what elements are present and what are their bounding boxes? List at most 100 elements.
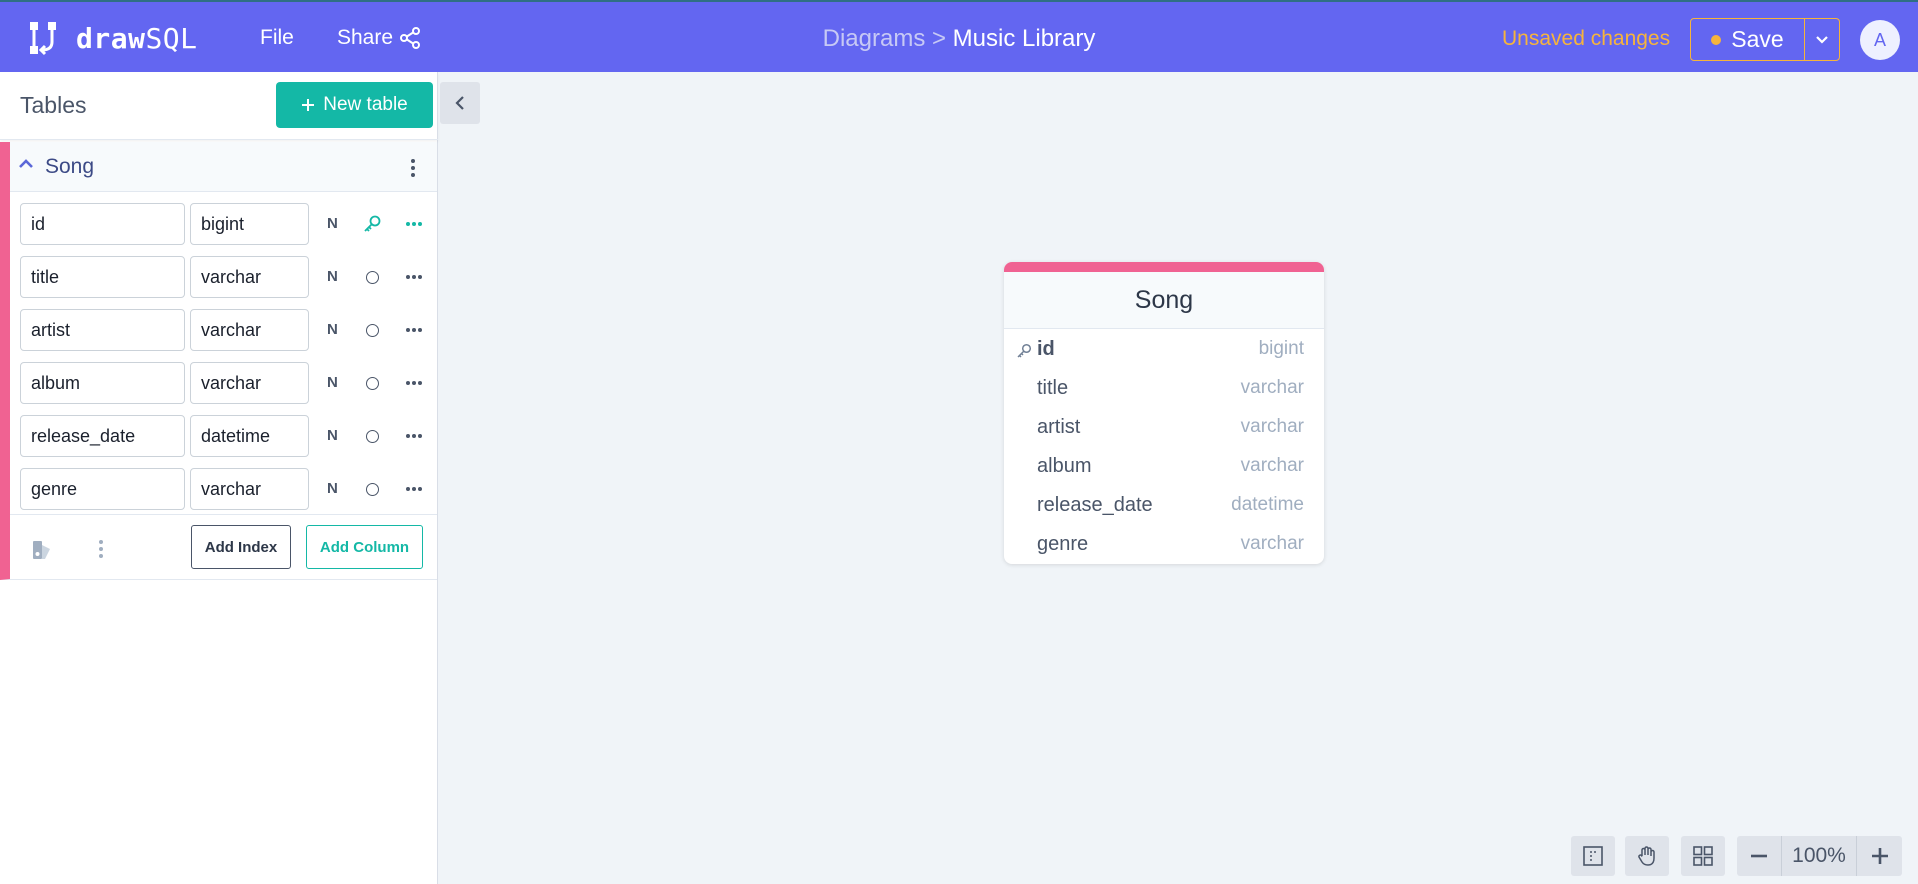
collapse-sidebar-button[interactable] — [440, 82, 480, 124]
table-footer-kebab-icon[interactable] — [96, 537, 106, 561]
top-bar: drawSQL File Share Diagrams > Music Libr… — [0, 0, 1918, 72]
minus-icon — [1751, 854, 1767, 858]
card-column-name: release_date — [1037, 494, 1153, 516]
user-avatar[interactable]: A — [1860, 20, 1900, 60]
zoom-out-button[interactable] — [1737, 836, 1781, 876]
save-button[interactable]: Save — [1690, 18, 1805, 61]
grid-toggle-button[interactable] — [1681, 836, 1725, 876]
card-column-type: varchar — [1240, 416, 1304, 437]
column-more-icon[interactable] — [403, 321, 425, 339]
canvas-table-card[interactable]: Song id bigint title varchar artist varc… — [1004, 262, 1324, 564]
card-column-type: varchar — [1240, 377, 1304, 398]
save-dropdown-button[interactable] — [1805, 18, 1840, 61]
column-type-input[interactable]: varchar — [190, 256, 309, 298]
zoom-level[interactable]: 100% — [1781, 836, 1857, 876]
nullable-toggle[interactable]: N — [327, 427, 338, 444]
column-more-icon[interactable] — [403, 427, 425, 445]
column-name-input[interactable]: title — [20, 256, 185, 298]
drawsql-logo-icon — [30, 22, 56, 56]
nullable-toggle[interactable]: N — [327, 215, 338, 232]
key-toggle-circle-icon[interactable] — [366, 377, 379, 390]
card-column-type: bigint — [1258, 338, 1304, 359]
column-type-input[interactable]: varchar — [190, 362, 309, 404]
add-column-button[interactable]: Add Column — [306, 525, 423, 569]
share-icon — [400, 27, 421, 49]
nullable-toggle[interactable]: N — [327, 374, 338, 391]
select-area-tool-button[interactable] — [1571, 836, 1615, 876]
card-column-name: artist — [1037, 416, 1081, 438]
column-row: album varchar N — [10, 362, 437, 406]
select-area-icon — [1583, 846, 1603, 866]
share-label: Share — [337, 26, 394, 49]
share-menu[interactable]: Share — [337, 26, 421, 50]
card-column-row: album varchar — [1004, 447, 1324, 486]
zoom-in-button[interactable] — [1857, 836, 1902, 876]
key-toggle-circle-icon[interactable] — [366, 271, 379, 284]
column-more-icon[interactable] — [403, 374, 425, 392]
column-name-input[interactable]: artist — [20, 309, 185, 351]
plus-icon — [1871, 848, 1888, 864]
column-type-input[interactable]: bigint — [190, 203, 309, 245]
diagram-title[interactable]: Music Library — [953, 25, 1096, 52]
card-column-row: release_date datetime — [1004, 486, 1324, 525]
save-label: Save — [1731, 26, 1784, 52]
column-more-icon[interactable] — [403, 215, 425, 233]
column-row: artist varchar N — [10, 309, 437, 353]
grid-icon — [1693, 846, 1713, 866]
unsaved-changes-status: Unsaved changes — [1502, 27, 1671, 50]
breadcrumb-diagrams[interactable]: Diagrams > — [823, 25, 946, 52]
nullable-toggle[interactable]: N — [327, 480, 338, 497]
key-toggle-circle-icon[interactable] — [366, 483, 379, 496]
nullable-toggle[interactable]: N — [327, 268, 338, 285]
key-toggle-circle-icon[interactable] — [366, 430, 379, 443]
sidebar-title: Tables — [20, 92, 87, 118]
column-type-input[interactable]: varchar — [190, 309, 309, 351]
table-color-icon[interactable] — [32, 539, 56, 561]
sidebar-header: Tables New table — [0, 72, 438, 140]
add-index-button[interactable]: Add Index — [191, 525, 291, 569]
chevron-left-icon — [455, 96, 464, 110]
chevron-up-icon[interactable] — [18, 158, 34, 170]
primary-key-icon — [1017, 343, 1032, 358]
chevron-down-icon — [1816, 35, 1828, 44]
column-more-icon[interactable] — [403, 268, 425, 286]
tables-sidebar: Tables New table Song id bigint N title … — [0, 72, 438, 884]
table-color-bar — [1004, 262, 1324, 272]
card-column-row: title varchar — [1004, 369, 1324, 408]
zoom-controls: 100% — [1737, 836, 1902, 876]
card-column-name: genre — [1037, 533, 1089, 555]
column-row: title varchar N — [10, 256, 437, 300]
column-name-input[interactable]: id — [20, 203, 185, 245]
pan-tool-button[interactable] — [1625, 836, 1669, 876]
card-column-type: varchar — [1240, 533, 1304, 554]
card-column-row: artist varchar — [1004, 408, 1324, 447]
card-column-row: genre varchar — [1004, 525, 1324, 564]
column-name-input[interactable]: release_date — [20, 415, 185, 457]
card-table-title: Song — [1004, 272, 1324, 329]
nullable-toggle[interactable]: N — [327, 321, 338, 338]
file-menu[interactable]: File — [260, 26, 294, 50]
table-section-song: Song id bigint N title varchar N artist — [0, 142, 437, 580]
column-type-input[interactable]: datetime — [190, 415, 309, 457]
table-name[interactable]: Song — [45, 155, 94, 179]
column-name-input[interactable]: album — [20, 362, 185, 404]
key-toggle-circle-icon[interactable] — [366, 324, 379, 337]
unsaved-dot-icon — [1711, 34, 1722, 45]
column-type-input[interactable]: varchar — [190, 468, 309, 510]
new-table-label: New table — [323, 94, 408, 115]
new-table-button[interactable]: New table — [276, 82, 433, 128]
table-footer: Add Index Add Column — [10, 514, 437, 580]
card-column-type: varchar — [1240, 455, 1304, 476]
app-logo[interactable]: drawSQL — [28, 20, 198, 56]
card-column-name: id — [1037, 338, 1055, 360]
card-column-type: datetime — [1231, 494, 1304, 515]
column-name-input[interactable]: genre — [20, 468, 185, 510]
column-more-icon[interactable] — [403, 480, 425, 498]
card-column-row: id bigint — [1004, 330, 1324, 369]
column-row: genre varchar N — [10, 468, 437, 512]
card-column-name: title — [1037, 377, 1069, 399]
table-options-kebab-icon[interactable] — [403, 156, 423, 180]
primary-key-icon[interactable] — [362, 214, 382, 234]
table-header[interactable]: Song — [10, 142, 437, 192]
logo-wordmark: drawSQL — [76, 21, 198, 55]
